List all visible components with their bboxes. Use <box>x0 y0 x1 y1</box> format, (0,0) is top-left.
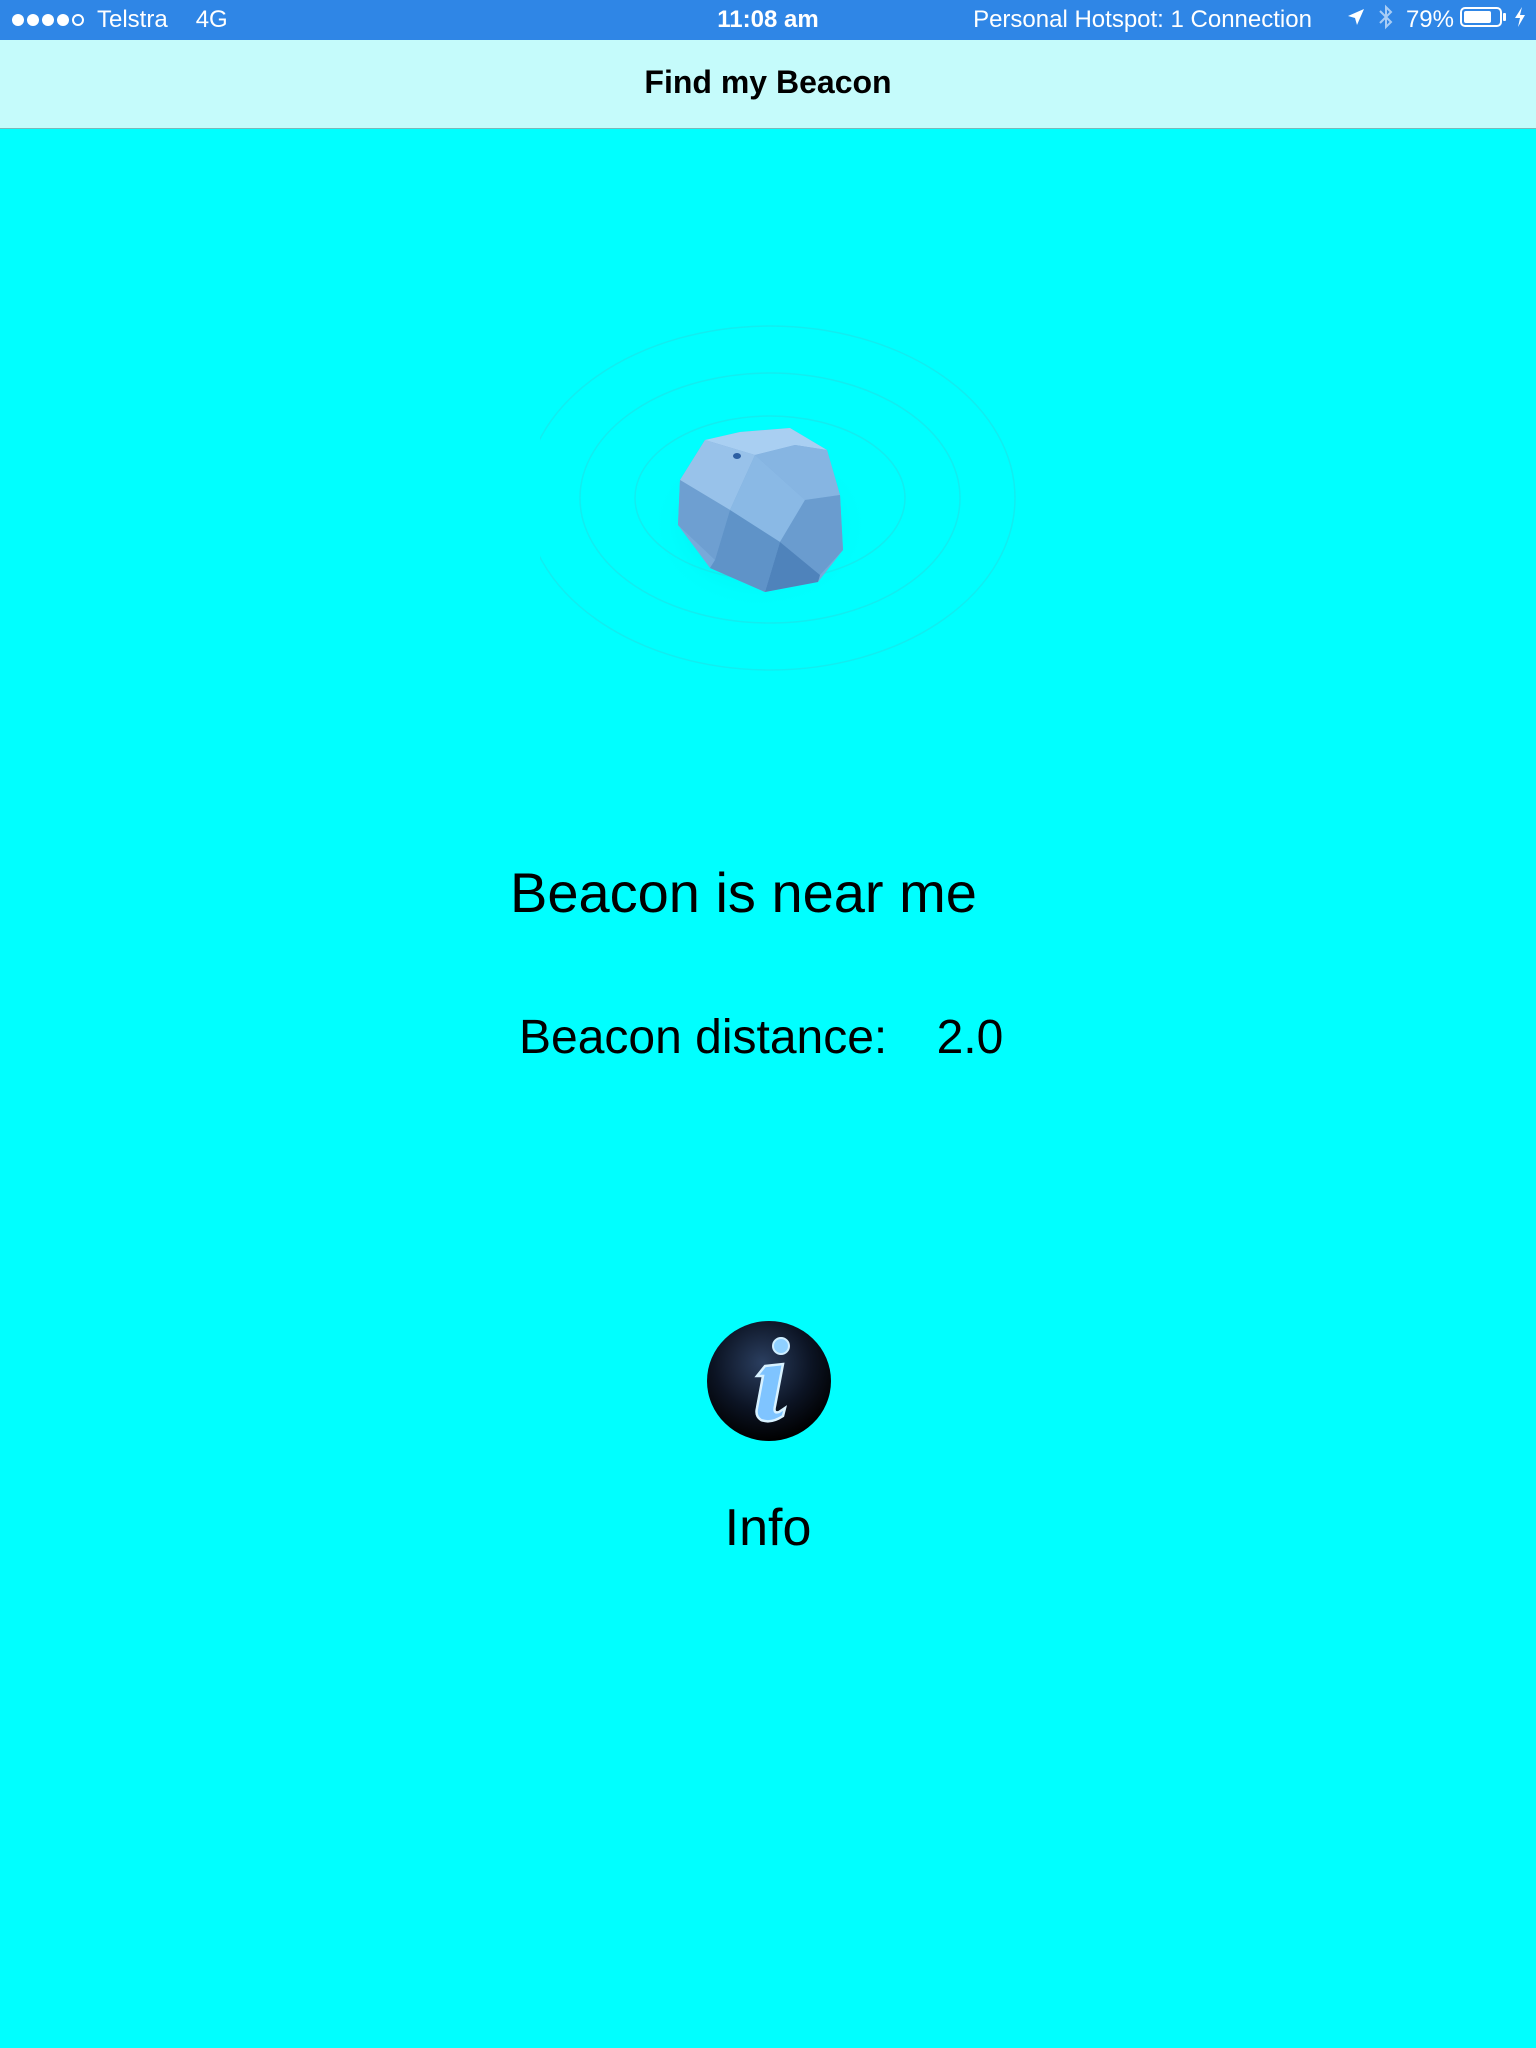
beacon-stone-icon <box>524 320 1020 680</box>
bluetooth-icon <box>1378 4 1394 37</box>
distance-value: 2.0 <box>936 1011 1004 1064</box>
info-button[interactable] <box>705 1318 833 1444</box>
distance-row: Beacon distance: 2.0 <box>519 1010 1003 1065</box>
location-arrow-icon <box>1346 6 1366 34</box>
hotspot-status: Personal Hotspot: 1 Connection <box>973 6 1312 33</box>
navigation-bar: Find my Beacon <box>0 40 1536 129</box>
status-bar: Telstra 4G 11:08 am Personal Hotspot: 1 … <box>0 0 1536 40</box>
battery-percent: 79% <box>1405 6 1454 33</box>
info-label: Info <box>724 1499 812 1557</box>
charging-bolt-icon <box>1514 6 1526 35</box>
page-title: Find my Beacon <box>644 64 892 100</box>
beacon-status-message: Beacon is near me <box>510 861 977 924</box>
status-right: Personal Hotspot: 1 Connection 79% <box>973 4 1526 37</box>
distance-label: Beacon distance: <box>519 1011 888 1064</box>
info-icon <box>707 1321 831 1441</box>
battery-icon <box>1460 6 1508 35</box>
